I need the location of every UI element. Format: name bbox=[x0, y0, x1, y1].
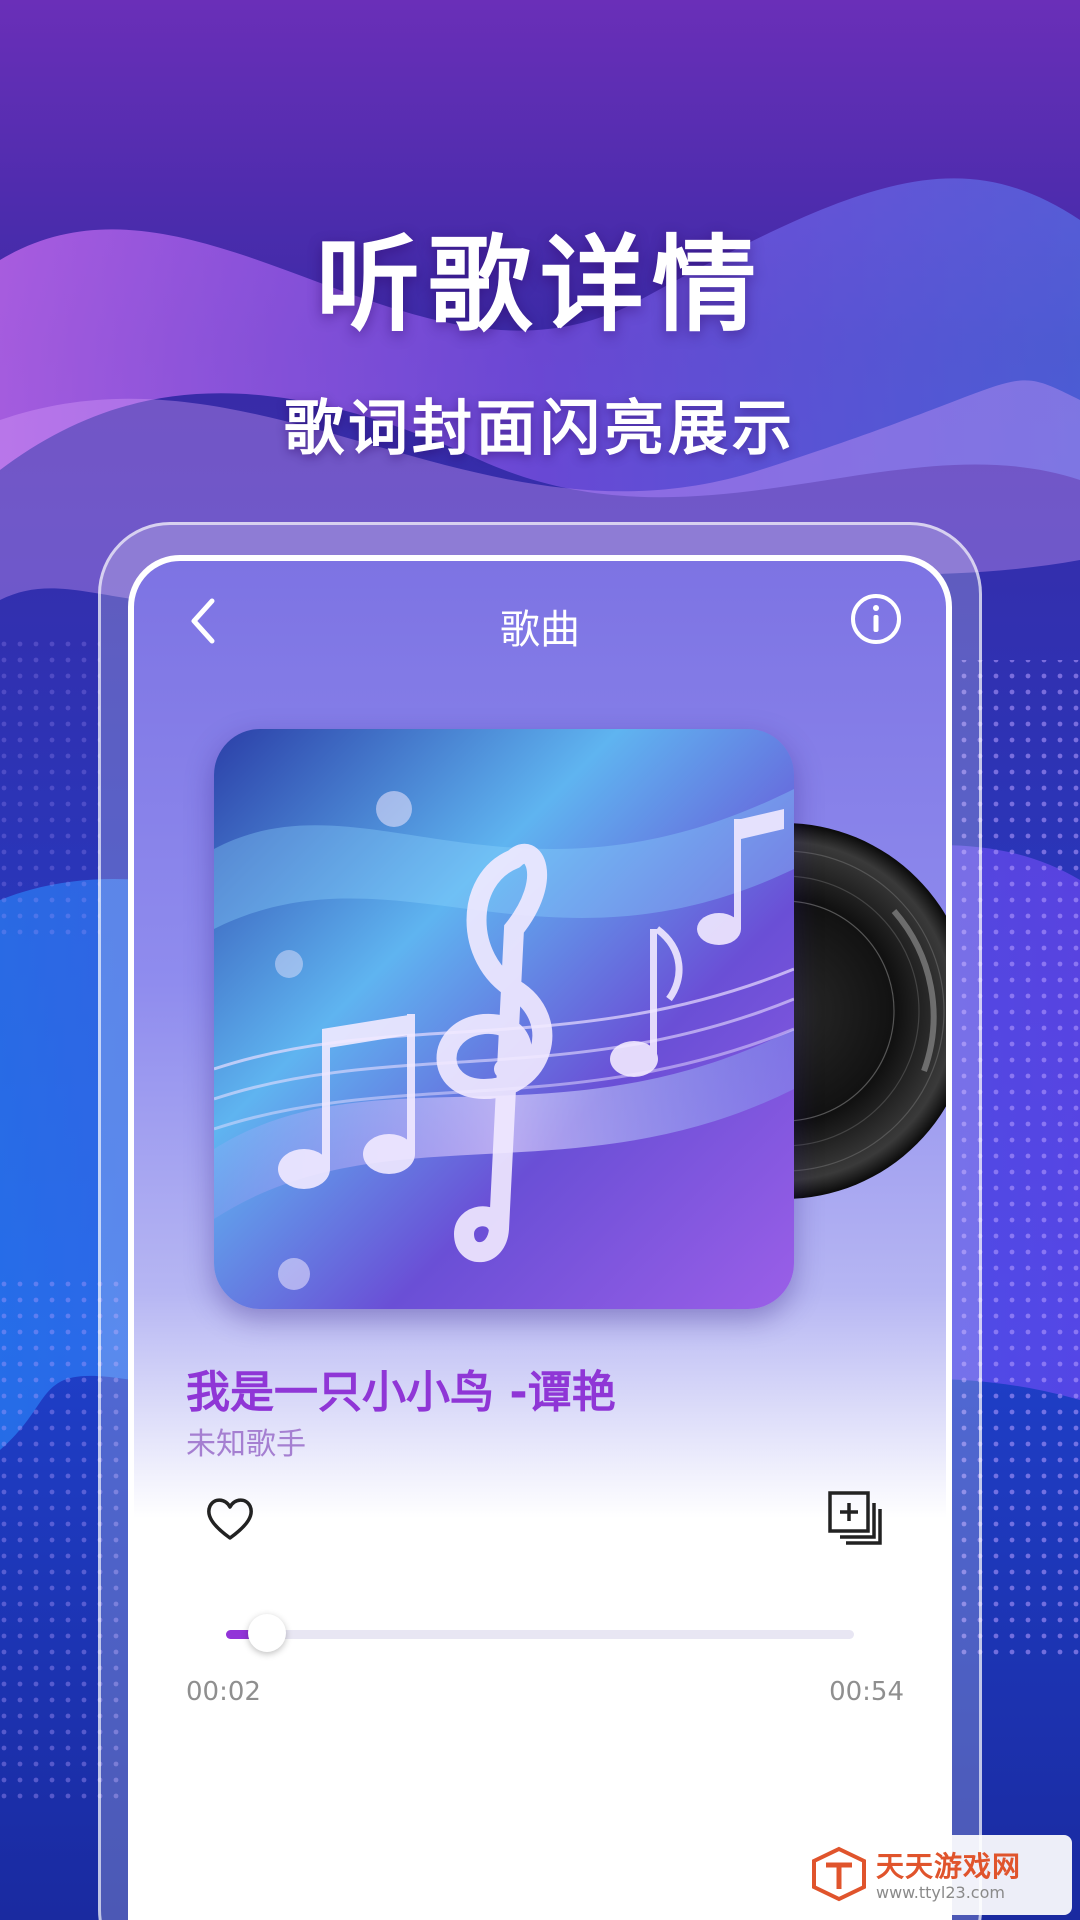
total-time: 00:54 bbox=[829, 1677, 904, 1707]
promo-page: 听歌详情 歌词封面闪亮展示 歌曲 我是一只小小鸟 -谭艳 未知歌手 00:02 … bbox=[0, 0, 1080, 1920]
watermark-name: 天天游戏网 bbox=[876, 1850, 1022, 1883]
album-cover-image bbox=[214, 729, 794, 1309]
info-circle-icon[interactable] bbox=[846, 589, 906, 649]
watermark-logo-icon bbox=[812, 1846, 866, 1902]
top-bar: 歌曲 bbox=[134, 561, 946, 681]
progress-slider[interactable] bbox=[226, 1614, 854, 1652]
current-time: 00:02 bbox=[186, 1677, 261, 1707]
promo-subheadline: 歌词封面闪亮展示 bbox=[284, 394, 796, 464]
playlist-add-icon[interactable] bbox=[824, 1487, 884, 1547]
screen-title: 歌曲 bbox=[500, 607, 580, 653]
promo-headline: 听歌详情 bbox=[315, 224, 764, 346]
song-artist: 未知歌手 bbox=[186, 1427, 306, 1462]
heart-outline-icon[interactable] bbox=[202, 1491, 258, 1547]
song-detail-screen: 歌曲 我是一只小小鸟 -谭艳 未知歌手 00:02 00:54 bbox=[128, 555, 952, 1920]
progress-thumb[interactable] bbox=[247, 1614, 286, 1652]
watermark: 天天游戏网 www.ttyl23.com bbox=[796, 1835, 1072, 1915]
song-title: 我是一只小小鸟 -谭艳 bbox=[186, 1367, 616, 1418]
watermark-url: www.ttyl23.com bbox=[876, 1883, 1005, 1902]
